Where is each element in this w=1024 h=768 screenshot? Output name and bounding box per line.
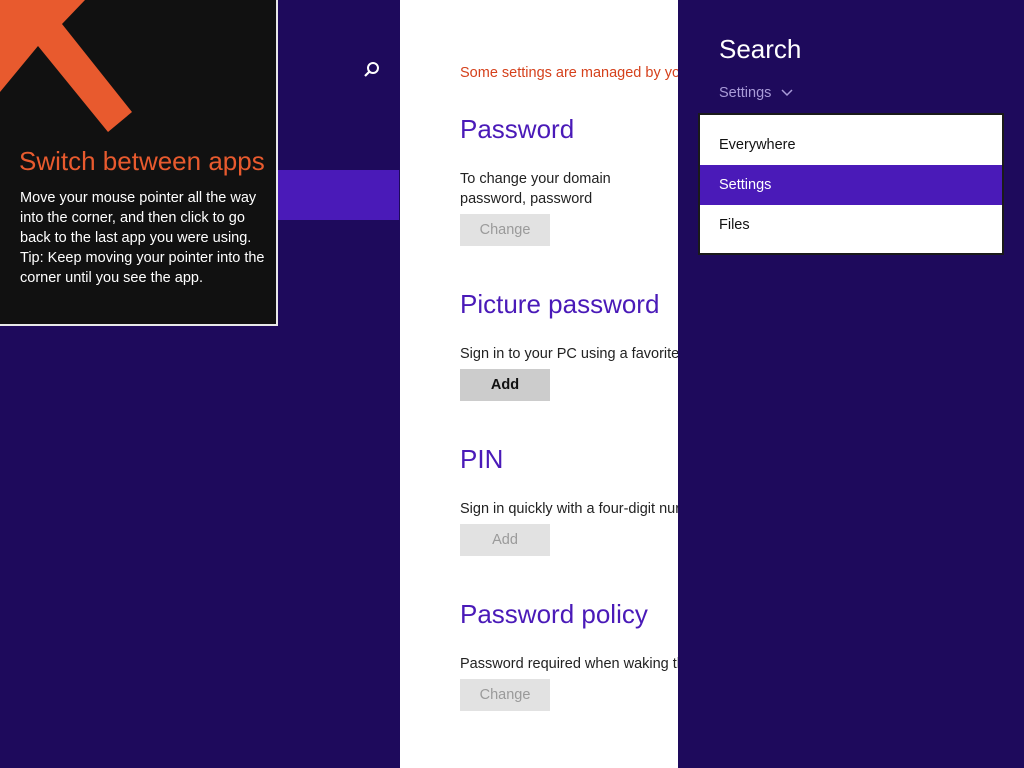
tip-body: Move your mouse pointer all the way into… bbox=[20, 188, 265, 288]
picture-password-section: Picture password Sign in to your PC usin… bbox=[460, 289, 678, 401]
tip-body-text: Move your mouse pointer all the way into… bbox=[20, 190, 257, 246]
section-title: Picture password bbox=[460, 289, 660, 319]
chevron-down-icon bbox=[781, 89, 793, 97]
tip-hint-text: Tip: Keep moving your pointer into the c… bbox=[20, 250, 265, 286]
tip-title: Switch between apps bbox=[19, 146, 265, 176]
menu-item-settings[interactable]: Settings bbox=[700, 165, 1002, 205]
section-description: To change your domain password, password bbox=[460, 171, 611, 207]
switch-apps-tip: Switch between apps Move your mouse poin… bbox=[0, 0, 278, 326]
search-scope-menu: Everywhere Settings Files bbox=[698, 113, 1004, 255]
corner-arrow-icon bbox=[0, 0, 132, 132]
section-title: Password bbox=[460, 114, 575, 144]
password-section: Password To change your domain password,… bbox=[460, 114, 678, 246]
change-password-button[interactable]: Change bbox=[460, 214, 550, 246]
add-picture-password-button[interactable]: Add bbox=[460, 369, 550, 401]
menu-item-files[interactable]: Files bbox=[700, 205, 1002, 245]
section-title: Password policy bbox=[460, 599, 648, 629]
search-scope-label: Settings bbox=[719, 85, 772, 101]
menu-item-everywhere[interactable]: Everywhere bbox=[700, 125, 1002, 165]
password-policy-section: Password policy Password required when w… bbox=[460, 599, 678, 711]
managed-settings-notice[interactable]: Some settings are managed by yo bbox=[460, 65, 678, 81]
section-description: Sign in to your PC using a favorite bbox=[460, 346, 678, 362]
charm-title: Search bbox=[719, 34, 802, 64]
search-icon[interactable] bbox=[358, 58, 384, 84]
sign-in-options-content: Some settings are managed by yo Password… bbox=[400, 0, 678, 768]
section-description: Sign in quickly with a four-digit nur bbox=[460, 501, 678, 517]
search-scope-dropdown[interactable]: Settings bbox=[719, 85, 793, 101]
search-charm: Search Settings Everywhere Settings File… bbox=[678, 0, 1024, 768]
pin-section: PIN Sign in quickly with a four-digit nu… bbox=[460, 444, 678, 556]
section-description: Password required when waking th bbox=[460, 656, 678, 672]
add-pin-button[interactable]: Add bbox=[460, 524, 550, 556]
section-title: PIN bbox=[460, 444, 504, 474]
change-password-policy-button[interactable]: Change bbox=[460, 679, 550, 711]
